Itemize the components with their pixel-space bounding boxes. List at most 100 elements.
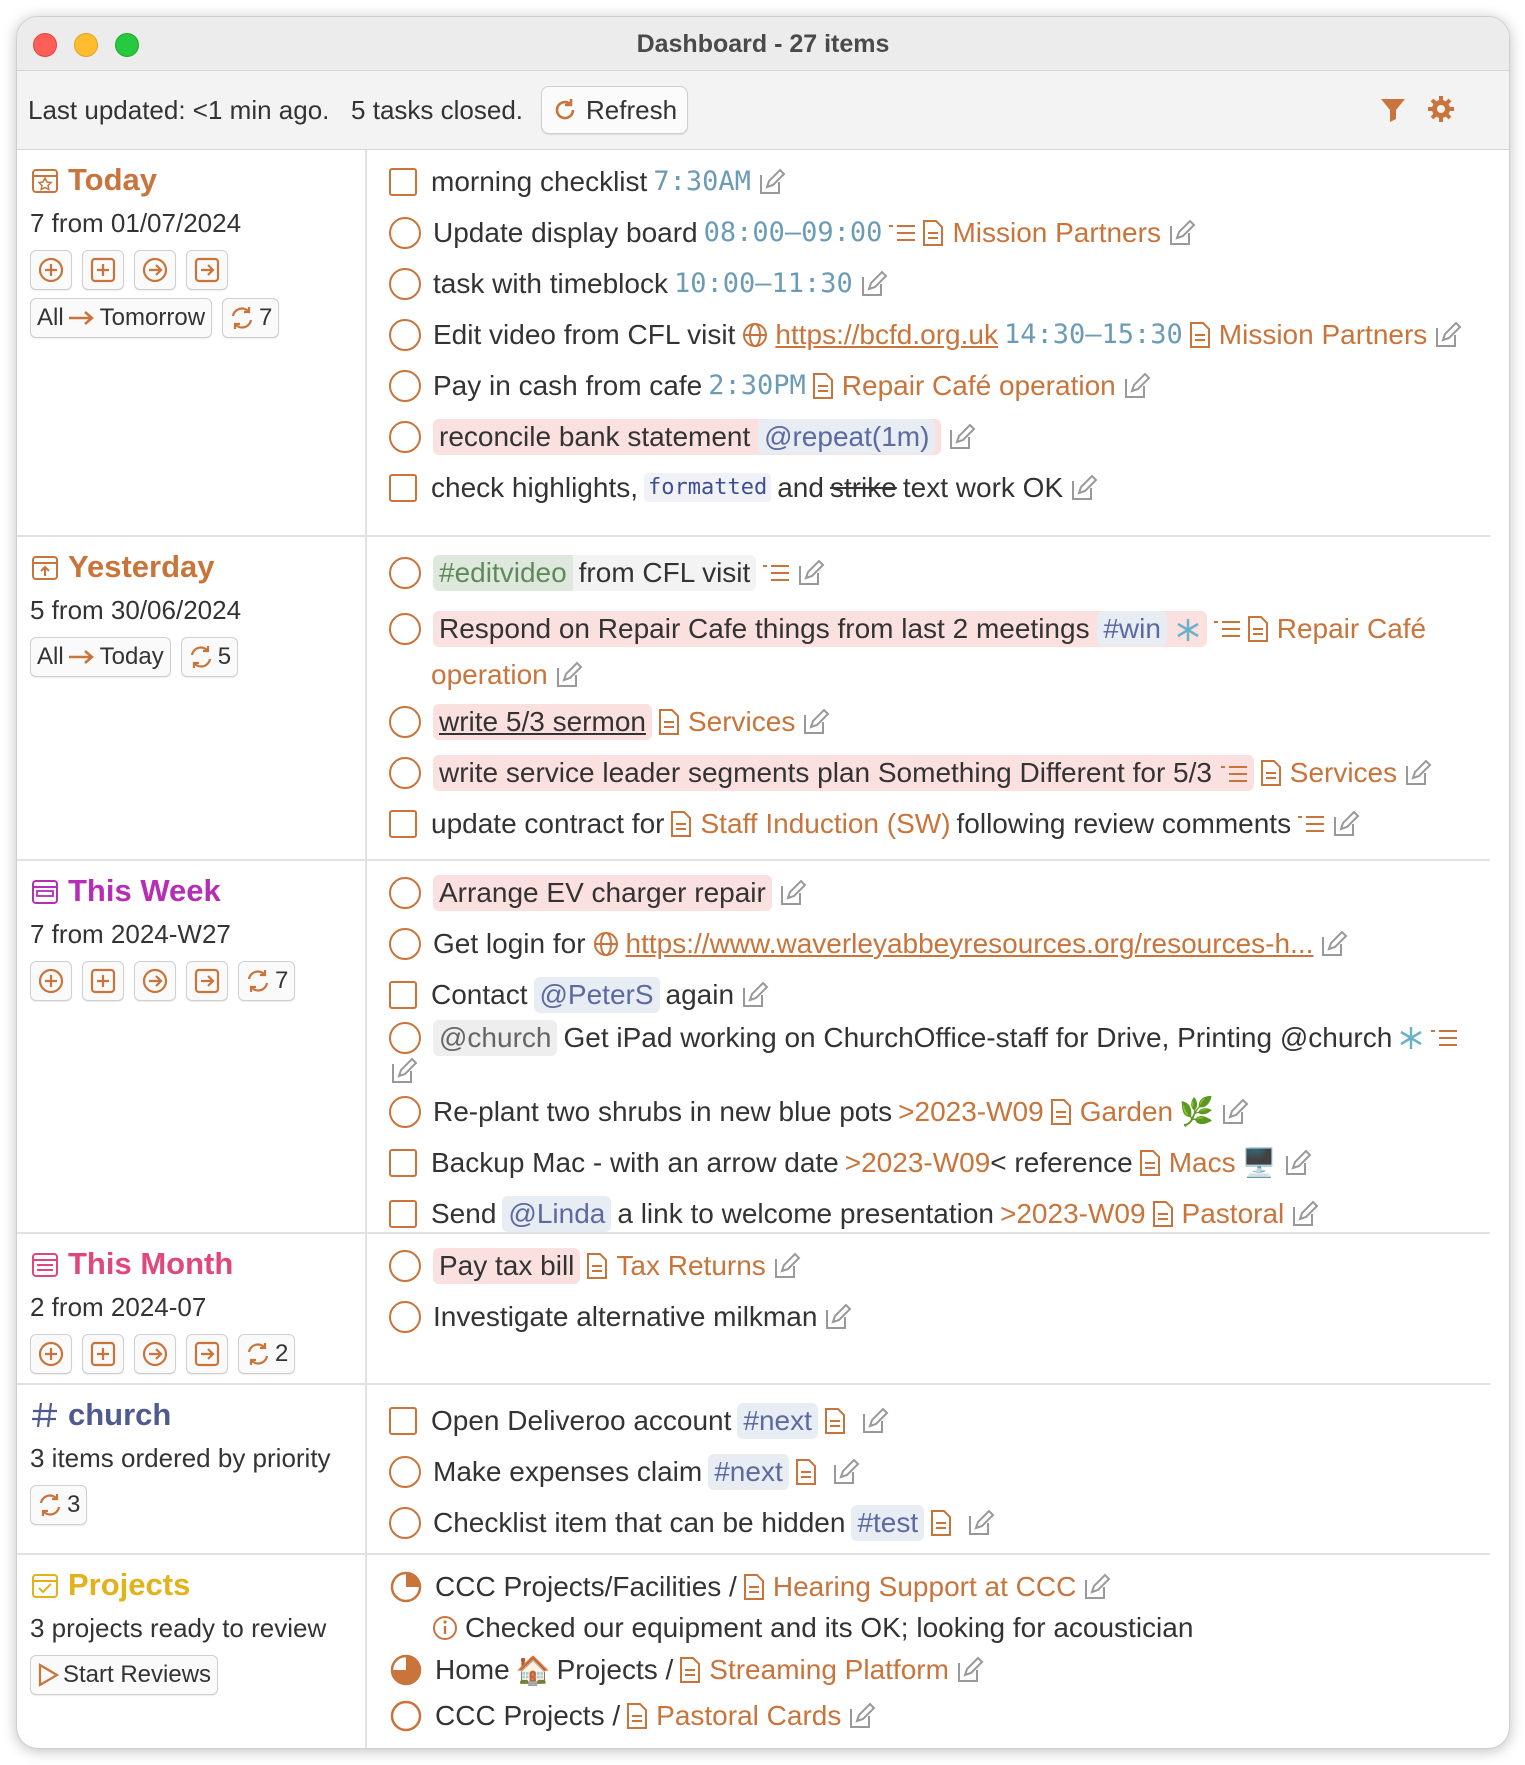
edit-icon[interactable] bbox=[859, 269, 889, 299]
note-link[interactable]: Mission Partners bbox=[922, 217, 1161, 249]
task-circle[interactable] bbox=[389, 876, 421, 909]
note-link[interactable]: Pastoral bbox=[1152, 1198, 1284, 1230]
hashtag[interactable]: #editvideo bbox=[433, 555, 573, 591]
zoom-window-button[interactable] bbox=[115, 33, 139, 57]
move-checklist-button[interactable] bbox=[186, 961, 228, 1001]
refresh-button[interactable]: Refresh bbox=[541, 86, 689, 134]
edit-icon[interactable] bbox=[847, 1701, 877, 1731]
edit-icon[interactable] bbox=[772, 1251, 802, 1281]
task-circle[interactable] bbox=[389, 927, 421, 960]
checklist-box[interactable] bbox=[389, 473, 417, 502]
task-circle[interactable] bbox=[389, 756, 421, 789]
date-link[interactable]: >2023-W09 bbox=[898, 1096, 1044, 1128]
task-circle[interactable] bbox=[389, 369, 421, 402]
close-window-button[interactable] bbox=[33, 33, 57, 57]
checklist-box[interactable] bbox=[389, 167, 417, 196]
checklist-box[interactable] bbox=[389, 809, 417, 838]
move-checklist-button[interactable] bbox=[186, 250, 228, 290]
note-link[interactable]: Macs bbox=[1139, 1147, 1236, 1179]
edit-icon[interactable] bbox=[796, 558, 826, 588]
checklist-box[interactable] bbox=[389, 1406, 417, 1435]
note-link[interactable]: Services bbox=[1260, 757, 1397, 789]
note-link[interactable]: Pastoral Cards bbox=[626, 1700, 841, 1732]
edit-icon[interactable] bbox=[947, 422, 977, 452]
add-task-button[interactable] bbox=[30, 1334, 72, 1374]
task-circle[interactable] bbox=[389, 1095, 421, 1128]
task-circle[interactable] bbox=[389, 1022, 421, 1054]
edit-icon[interactable] bbox=[1220, 1097, 1250, 1127]
task-circle[interactable] bbox=[389, 1300, 421, 1333]
note-link[interactable]: Streaming Platform bbox=[679, 1654, 949, 1686]
hashtag[interactable]: #test bbox=[851, 1504, 925, 1541]
edit-icon[interactable] bbox=[955, 1655, 985, 1685]
document-icon[interactable] bbox=[930, 1509, 952, 1537]
task-circle[interactable] bbox=[389, 557, 421, 589]
edit-icon[interactable] bbox=[740, 980, 770, 1010]
hashtag[interactable]: #next bbox=[708, 1453, 789, 1490]
checklist-box[interactable] bbox=[389, 1148, 417, 1177]
edit-icon[interactable] bbox=[1433, 320, 1463, 350]
edit-icon[interactable] bbox=[554, 660, 584, 690]
checklist-box[interactable] bbox=[389, 980, 417, 1009]
edit-icon[interactable] bbox=[757, 167, 787, 197]
task-circle[interactable] bbox=[389, 267, 421, 300]
edit-icon[interactable] bbox=[801, 707, 831, 737]
checklist-box[interactable] bbox=[389, 1199, 417, 1228]
add-checklist-button[interactable] bbox=[82, 1334, 124, 1374]
edit-icon[interactable] bbox=[1069, 473, 1099, 503]
add-task-button[interactable] bbox=[30, 961, 72, 1001]
edit-icon[interactable] bbox=[860, 1406, 890, 1436]
edit-icon[interactable] bbox=[778, 878, 808, 908]
edit-icon[interactable] bbox=[1167, 218, 1197, 248]
edit-icon[interactable] bbox=[1283, 1148, 1313, 1178]
move-all-today-button[interactable]: All Today bbox=[30, 637, 171, 677]
start-reviews-button[interactable]: Start Reviews bbox=[30, 1655, 219, 1695]
edit-icon[interactable] bbox=[1403, 758, 1433, 788]
gear-icon[interactable] bbox=[1427, 95, 1455, 123]
edit-icon[interactable] bbox=[1290, 1199, 1320, 1229]
reschedule-count-button[interactable]: 2 bbox=[238, 1334, 296, 1374]
note-link[interactable]: Mission Partners bbox=[1189, 319, 1427, 351]
note-link[interactable]: Tax Returns bbox=[586, 1250, 766, 1282]
reschedule-count-button[interactable]: 7 bbox=[222, 298, 280, 338]
task-circle[interactable] bbox=[389, 612, 421, 645]
task-circle[interactable] bbox=[389, 216, 421, 249]
document-icon[interactable] bbox=[795, 1458, 817, 1486]
task-circle[interactable] bbox=[389, 1506, 421, 1539]
note-link[interactable]: Services bbox=[658, 706, 795, 738]
filter-icon[interactable] bbox=[1379, 95, 1407, 123]
note-link[interactable]: Repair Café bbox=[1247, 613, 1426, 645]
edit-icon[interactable] bbox=[389, 1056, 419, 1086]
task-circle[interactable] bbox=[389, 420, 421, 453]
edit-icon[interactable] bbox=[823, 1302, 853, 1332]
add-checklist-button[interactable] bbox=[82, 250, 124, 290]
date-link[interactable]: >2023-W09 bbox=[1000, 1198, 1146, 1230]
note-link[interactable]: Hearing Support at CCC bbox=[743, 1571, 1076, 1603]
url-link[interactable]: https://www.waverleyabbeyresources.org/r… bbox=[626, 928, 1314, 960]
move-all-tomorrow-button[interactable]: All Tomorrow bbox=[30, 298, 213, 338]
minimize-window-button[interactable] bbox=[74, 33, 98, 57]
note-title[interactable]: operation bbox=[431, 659, 548, 691]
edit-icon[interactable] bbox=[831, 1457, 861, 1487]
document-icon[interactable] bbox=[824, 1407, 846, 1435]
reschedule-count-button[interactable]: 5 bbox=[180, 637, 239, 677]
edit-icon[interactable] bbox=[966, 1508, 996, 1538]
move-task-button[interactable] bbox=[134, 961, 176, 1001]
note-link[interactable]: Repair Café operation bbox=[812, 370, 1116, 402]
move-checklist-button[interactable] bbox=[186, 1334, 228, 1374]
task-circle[interactable] bbox=[389, 1249, 421, 1282]
mention-tag[interactable]: @PeterS bbox=[533, 976, 660, 1013]
task-circle[interactable] bbox=[389, 318, 421, 351]
note-link[interactable]: Garden bbox=[1050, 1096, 1173, 1128]
edit-icon[interactable] bbox=[1319, 929, 1349, 959]
edit-icon[interactable] bbox=[1082, 1572, 1112, 1602]
edit-icon[interactable] bbox=[1331, 809, 1361, 839]
hashtag[interactable]: #win bbox=[1097, 610, 1167, 646]
task-circle[interactable] bbox=[389, 1455, 421, 1488]
reschedule-count-button[interactable]: 3 bbox=[30, 1485, 88, 1525]
task-circle[interactable] bbox=[389, 705, 421, 738]
edit-icon[interactable] bbox=[1122, 371, 1152, 401]
mention-tag[interactable]: @repeat(1m) bbox=[758, 418, 936, 454]
mention-tag[interactable]: @Linda bbox=[502, 1195, 612, 1232]
note-link[interactable]: Staff Induction (SW) bbox=[670, 808, 951, 840]
